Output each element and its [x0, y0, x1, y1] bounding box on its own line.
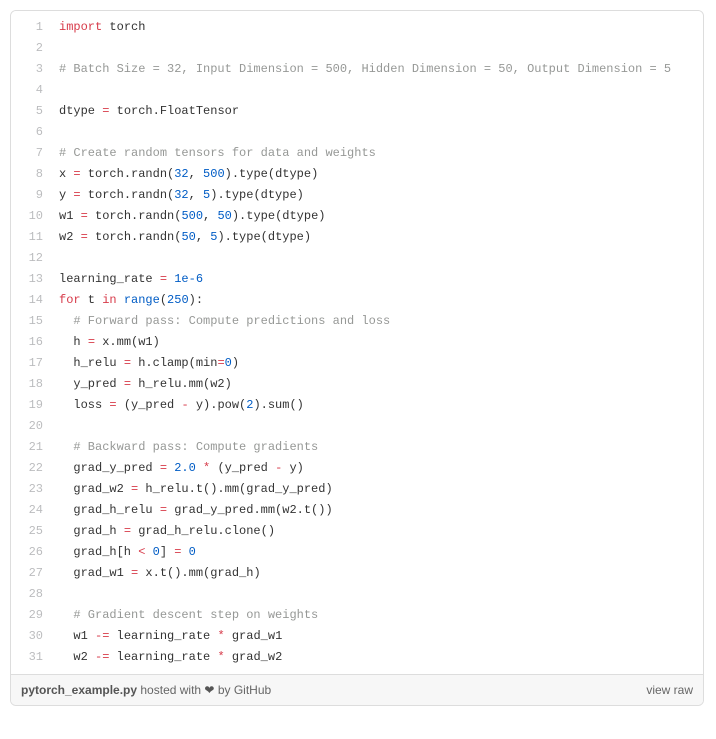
code-line: dtype = torch.FloatTensor	[59, 101, 695, 122]
line-number: 4	[23, 80, 43, 101]
line-number: 3	[23, 59, 43, 80]
code-line: # Batch Size = 32, Input Dimension = 500…	[59, 59, 695, 80]
code-line: h_relu = h.clamp(min=0)	[59, 353, 695, 374]
code-line	[59, 248, 695, 269]
hosted-text: hosted with	[137, 683, 204, 697]
code-line: h = x.mm(w1)	[59, 332, 695, 353]
view-raw-link[interactable]: view raw	[646, 683, 693, 697]
code-line	[59, 584, 695, 605]
code-line: w2 -= learning_rate * grad_w2	[59, 647, 695, 668]
line-number: 10	[23, 206, 43, 227]
footer-left: pytorch_example.py hosted with ❤ by GitH…	[21, 683, 271, 697]
line-number: 16	[23, 332, 43, 353]
code-line: grad_w2 = h_relu.t().mm(grad_y_pred)	[59, 479, 695, 500]
line-number: 27	[23, 563, 43, 584]
line-number: 6	[23, 122, 43, 143]
code-line: # Forward pass: Compute predictions and …	[59, 311, 695, 332]
line-number: 7	[23, 143, 43, 164]
line-number: 15	[23, 311, 43, 332]
line-number: 18	[23, 374, 43, 395]
line-number: 24	[23, 500, 43, 521]
line-number: 29	[23, 605, 43, 626]
code-line: w1 -= learning_rate * grad_w1	[59, 626, 695, 647]
line-number: 20	[23, 416, 43, 437]
code-line: grad_h = grad_h_relu.clone()	[59, 521, 695, 542]
line-number: 8	[23, 164, 43, 185]
code-line: # Create random tensors for data and wei…	[59, 143, 695, 164]
gist-filename-link[interactable]: pytorch_example.py	[21, 683, 137, 697]
code-content[interactable]: import torch # Batch Size = 32, Input Di…	[51, 11, 703, 674]
code-line	[59, 80, 695, 101]
code-line: grad_h_relu = grad_y_pred.mm(w2.t())	[59, 500, 695, 521]
line-number: 26	[23, 542, 43, 563]
line-number: 13	[23, 269, 43, 290]
line-number: 17	[23, 353, 43, 374]
code-line: import torch	[59, 17, 695, 38]
code-area: 1234567891011121314151617181920212223242…	[11, 11, 703, 674]
line-number-gutter: 1234567891011121314151617181920212223242…	[11, 11, 51, 674]
line-number: 30	[23, 626, 43, 647]
gist-container: 1234567891011121314151617181920212223242…	[10, 10, 704, 706]
code-line: grad_h[h < 0] = 0	[59, 542, 695, 563]
code-line	[59, 122, 695, 143]
code-line: x = torch.randn(32, 500).type(dtype)	[59, 164, 695, 185]
line-number: 2	[23, 38, 43, 59]
line-number: 14	[23, 290, 43, 311]
by-text: by	[214, 683, 233, 697]
code-line: w2 = torch.randn(50, 5).type(dtype)	[59, 227, 695, 248]
code-line: for t in range(250):	[59, 290, 695, 311]
code-line: grad_y_pred = 2.0 * (y_pred - y)	[59, 458, 695, 479]
line-number: 11	[23, 227, 43, 248]
gist-footer: pytorch_example.py hosted with ❤ by GitH…	[11, 674, 703, 705]
line-number: 31	[23, 647, 43, 668]
code-line	[59, 416, 695, 437]
heart-icon: ❤	[204, 683, 214, 697]
line-number: 19	[23, 395, 43, 416]
line-number: 21	[23, 437, 43, 458]
code-line: y_pred = h_relu.mm(w2)	[59, 374, 695, 395]
line-number: 22	[23, 458, 43, 479]
line-number: 28	[23, 584, 43, 605]
code-line: loss = (y_pred - y).pow(2).sum()	[59, 395, 695, 416]
code-line: # Backward pass: Compute gradients	[59, 437, 695, 458]
code-line: w1 = torch.randn(500, 50).type(dtype)	[59, 206, 695, 227]
line-number: 25	[23, 521, 43, 542]
line-number: 1	[23, 17, 43, 38]
code-line: learning_rate = 1e-6	[59, 269, 695, 290]
line-number: 9	[23, 185, 43, 206]
line-number: 12	[23, 248, 43, 269]
code-line: y = torch.randn(32, 5).type(dtype)	[59, 185, 695, 206]
line-number: 23	[23, 479, 43, 500]
code-line: # Gradient descent step on weights	[59, 605, 695, 626]
github-link[interactable]: GitHub	[234, 683, 271, 697]
code-line	[59, 38, 695, 59]
code-line: grad_w1 = x.t().mm(grad_h)	[59, 563, 695, 584]
line-number: 5	[23, 101, 43, 122]
